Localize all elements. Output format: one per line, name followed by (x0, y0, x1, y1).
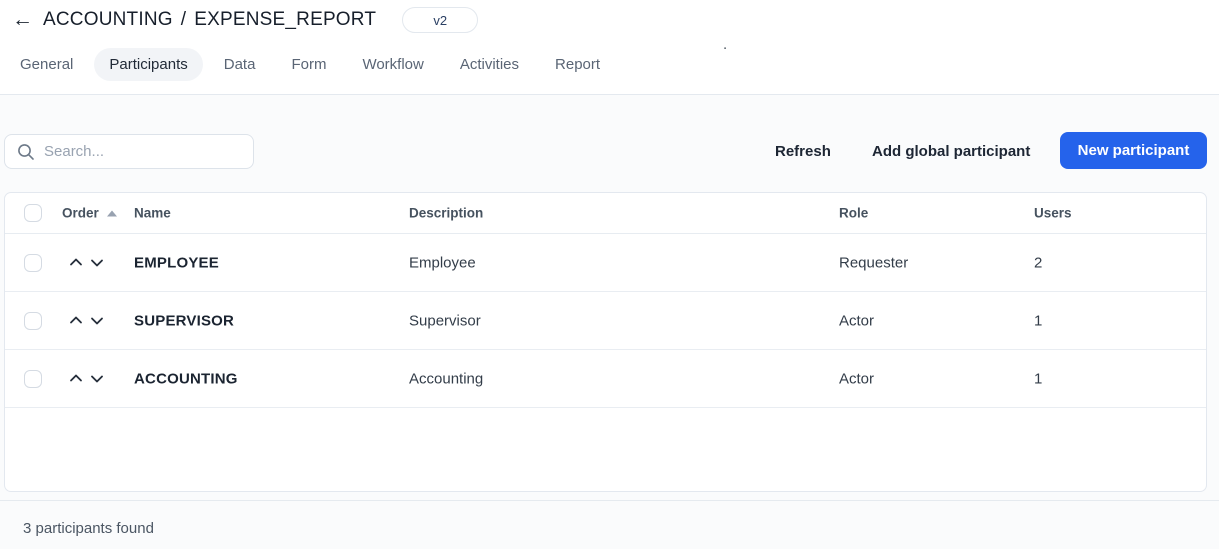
participant-users: 1 (1034, 312, 1042, 329)
column-header-description[interactable]: Description (409, 206, 483, 221)
dot-artifact: . (723, 36, 727, 53)
add-global-participant-button[interactable]: Add global participant (872, 143, 1030, 160)
participant-role: Actor (839, 370, 874, 387)
back-arrow-icon[interactable]: ← (8, 7, 37, 33)
footer-divider (0, 500, 1219, 501)
table-body: EMPLOYEE Employee Requester 2 SUPERVISOR… (5, 234, 1206, 408)
participant-role: Requester (839, 254, 908, 271)
move-up-icon[interactable] (67, 312, 84, 329)
column-header-order-label: Order (62, 206, 99, 221)
participant-description: Supervisor (409, 312, 481, 329)
new-participant-button[interactable]: New participant (1060, 132, 1207, 169)
tab-data[interactable]: Data (224, 56, 256, 73)
version-badge[interactable]: v2 (402, 7, 478, 33)
tab-bar: General Participants Data Form Workflow Activ… (20, 48, 600, 80)
participant-name: SUPERVISOR (134, 312, 234, 329)
participant-name: ACCOUNTING (134, 370, 238, 387)
column-header-role[interactable]: Role (839, 206, 868, 221)
move-down-icon[interactable] (88, 254, 105, 271)
table-row[interactable]: SUPERVISOR Supervisor Actor 1 (5, 292, 1206, 350)
column-header-order[interactable]: Order (62, 206, 117, 221)
results-count: 3 participants found (23, 520, 154, 537)
row-checkbox[interactable] (24, 254, 42, 272)
sort-ascending-icon (107, 210, 117, 216)
tab-general[interactable]: General (20, 56, 73, 73)
tab-form[interactable]: Form (291, 56, 326, 73)
breadcrumb: ACCOUNTING / EXPENSE_REPORT (43, 9, 376, 31)
move-down-icon[interactable] (88, 312, 105, 329)
select-all-checkbox[interactable] (24, 204, 42, 222)
breadcrumb-current: EXPENSE_REPORT (194, 9, 376, 31)
move-up-icon[interactable] (67, 254, 84, 271)
search-box[interactable] (4, 134, 254, 169)
move-down-icon[interactable] (88, 370, 105, 387)
tab-activities[interactable]: Activities (460, 56, 519, 73)
tab-participants[interactable]: Participants (94, 48, 202, 81)
search-input[interactable] (44, 143, 243, 160)
breadcrumb-separator: / (181, 9, 186, 31)
table-row[interactable]: EMPLOYEE Employee Requester 2 (5, 234, 1206, 292)
table-header-row: Order Name Description Role Users (5, 193, 1206, 234)
participant-users: 2 (1034, 254, 1042, 271)
participant-description: Employee (409, 254, 476, 271)
tab-workflow[interactable]: Workflow (362, 56, 423, 73)
column-header-name[interactable]: Name (134, 206, 171, 221)
column-header-users[interactable]: Users (1034, 206, 1072, 221)
participant-description: Accounting (409, 370, 483, 387)
participant-users: 1 (1034, 370, 1042, 387)
breadcrumb-parent[interactable]: ACCOUNTING (43, 9, 173, 31)
participant-role: Actor (839, 312, 874, 329)
tab-report[interactable]: Report (555, 56, 600, 73)
row-checkbox[interactable] (24, 370, 42, 388)
content-area: Refresh Add global participant New parti… (0, 95, 1219, 549)
table-row[interactable]: ACCOUNTING Accounting Actor 1 (5, 350, 1206, 408)
app-header: ← ACCOUNTING / EXPENSE_REPORT v2 General… (0, 0, 1219, 94)
refresh-button[interactable]: Refresh (775, 143, 831, 160)
search-icon (17, 143, 35, 161)
row-checkbox[interactable] (24, 312, 42, 330)
participant-name: EMPLOYEE (134, 254, 219, 271)
participants-table: Order Name Description Role Users EMPLOY… (4, 192, 1207, 492)
move-up-icon[interactable] (67, 370, 84, 387)
